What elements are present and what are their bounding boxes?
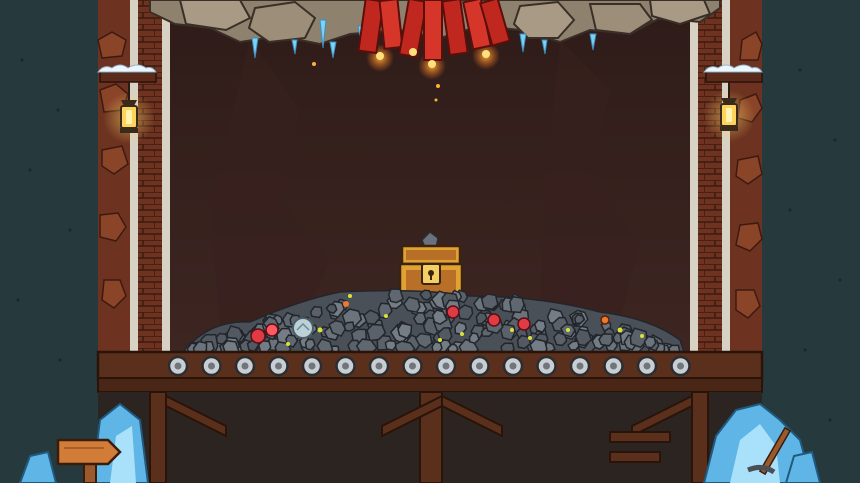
- ore-rock: [309, 306, 323, 319]
- roller-hub: [509, 362, 517, 370]
- roller-hub: [241, 362, 249, 370]
- snowy-ledge-left: [96, 64, 157, 83]
- left-pillar-trim: [130, 0, 138, 355]
- ore-rock: [343, 321, 356, 332]
- roller-hub: [476, 362, 483, 370]
- ore-rock: [509, 295, 525, 314]
- roller-hub: [576, 362, 584, 370]
- ore-rock: [629, 327, 648, 349]
- roller-hub: [442, 362, 450, 370]
- right-brick-inset: [698, 0, 722, 355]
- roller-hub: [342, 362, 349, 370]
- scene-canvas: [0, 0, 860, 483]
- roller-hub: [610, 362, 617, 370]
- ore-rock: [480, 293, 499, 311]
- ore-rock: [397, 322, 413, 340]
- left-pillar-trim: [162, 0, 170, 355]
- platform-beam: [97, 377, 763, 393]
- ore-rock: [533, 319, 547, 334]
- conveyor-platform: [96, 350, 764, 382]
- roller-hub: [643, 362, 651, 370]
- roller-hub: [208, 362, 215, 370]
- roller-hub: [308, 362, 316, 370]
- roller-hub: [677, 362, 684, 370]
- ore-rock: [387, 288, 404, 304]
- ore-rock: [573, 313, 585, 324]
- right-pillar-trim: [690, 0, 698, 355]
- ore-rock: [384, 339, 397, 352]
- ore-rock: [598, 333, 614, 347]
- roller-hub: [275, 362, 282, 370]
- left-outer-wall: [0, 0, 98, 483]
- right-pillar-trim: [722, 0, 730, 355]
- roller-hub: [174, 362, 182, 370]
- ore-rock: [643, 335, 657, 349]
- left-brick-inset: [138, 0, 162, 355]
- right-outer-wall: [762, 0, 860, 483]
- roller-hub: [375, 362, 383, 370]
- game-scene: [0, 0, 860, 483]
- snowy-ledge-right: [702, 64, 763, 83]
- roller-hub: [409, 362, 416, 370]
- roller-hub: [543, 362, 550, 370]
